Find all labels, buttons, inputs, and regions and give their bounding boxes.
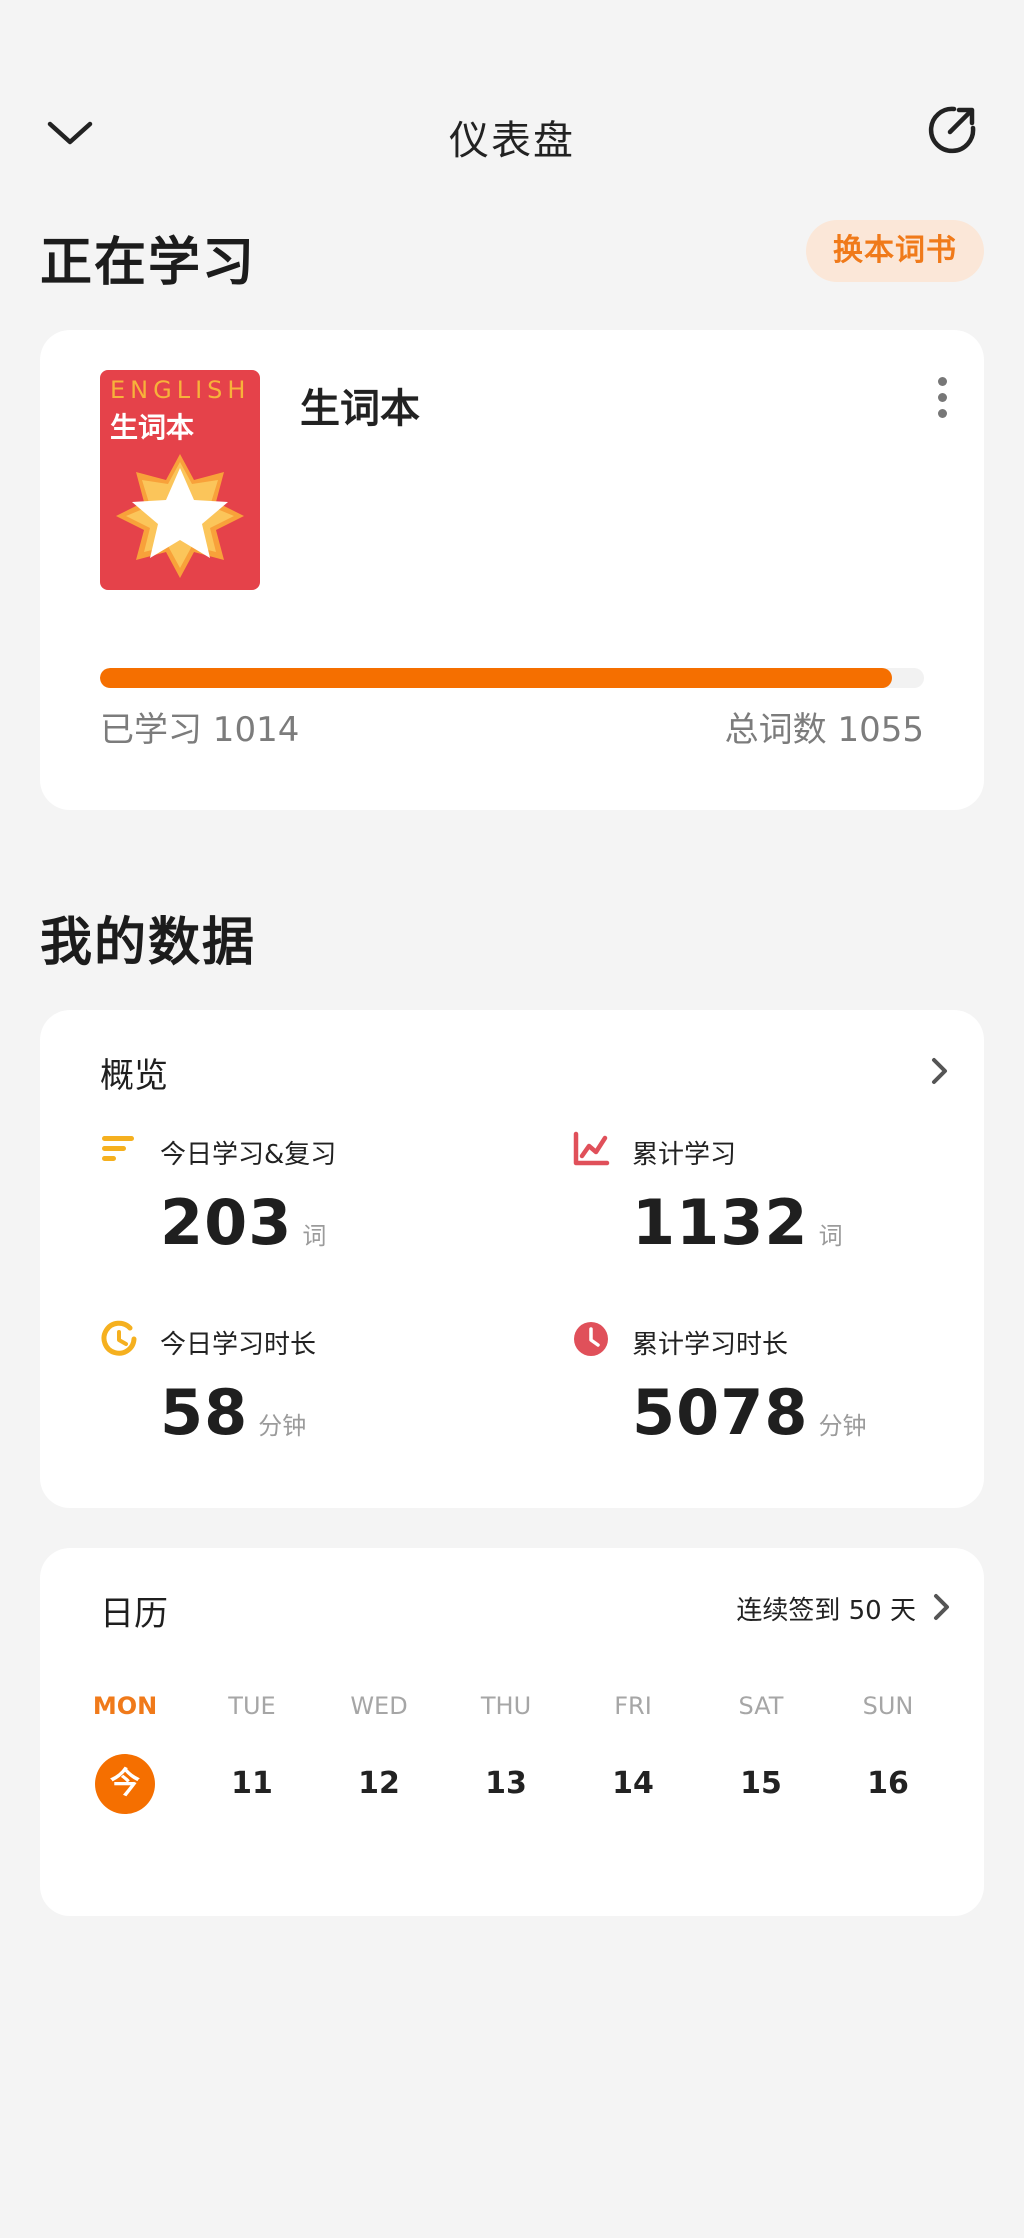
stat-label: 累计学习时长: [632, 1330, 789, 1360]
share-external-icon[interactable]: [924, 102, 980, 158]
chevron-right-icon[interactable]: [926, 1592, 956, 1622]
stat-unit: 词: [818, 1222, 843, 1250]
overview-title: 概览: [100, 1056, 168, 1096]
chevron-right-icon[interactable]: [924, 1056, 954, 1086]
book-cover[interactable]: ENGLISH 生词本: [100, 370, 260, 590]
data-section-title: 我的数据: [40, 913, 257, 973]
total-count: 总词数 1055: [724, 710, 924, 750]
stat-today-duration: 今日学习时长 58 分钟: [100, 1320, 500, 1500]
day-name: TUE: [228, 1692, 276, 1720]
stat-today-learn: 今日学习&复习 203 词: [100, 1130, 500, 1310]
book-card[interactable]: ENGLISH 生词本 生词本 已学习 1014 总词数 1055: [40, 330, 984, 810]
calendar-card[interactable]: 日历 连续签到 50 天 MON 今 TUE 11 WED 12 THU 13 …: [40, 1548, 984, 1916]
day-number: 12: [358, 1766, 400, 1801]
learning-progress-bar: [100, 668, 924, 688]
stat-total-learn: 累计学习 1132 词: [572, 1130, 972, 1310]
day-name: THU: [480, 1692, 532, 1720]
calendar-day[interactable]: MON 今: [80, 1692, 170, 1814]
learned-count: 已学习 1014: [100, 710, 300, 750]
stat-label: 今日学习时长: [160, 1330, 317, 1360]
partial-clock-icon: [101, 1320, 137, 1356]
calendar-day[interactable]: SAT 15: [716, 1692, 806, 1814]
cover-english-text: ENGLISH: [110, 376, 251, 404]
calendar-day[interactable]: SUN 16: [843, 1692, 933, 1814]
calendar-title: 日历: [100, 1594, 168, 1634]
day-name: FRI: [614, 1692, 652, 1720]
learning-section-title: 正在学习: [40, 233, 257, 293]
day-name: SAT: [738, 1692, 784, 1720]
stat-unit: 分钟: [258, 1412, 307, 1440]
day-number: 11: [231, 1766, 273, 1801]
day-number: 13: [485, 1766, 527, 1801]
switch-book-button[interactable]: 换本词书: [806, 220, 984, 282]
overview-card[interactable]: 概览 今日学习&复习 203词 累计学习 1132词 今日学习时长 58分: [40, 1010, 984, 1508]
calendar-day[interactable]: WED 12: [334, 1692, 424, 1814]
list-lines-icon: [102, 1136, 134, 1161]
stat-unit: 词: [302, 1222, 327, 1250]
stat-value: 203: [160, 1186, 293, 1259]
stat-value: 1132: [632, 1186, 809, 1259]
stat-value: 58: [160, 1376, 249, 1449]
calendar-day[interactable]: TUE 11: [207, 1692, 297, 1814]
cover-title-text: 生词本: [110, 411, 195, 444]
day-name: WED: [350, 1692, 408, 1720]
day-number: 14: [612, 1766, 654, 1801]
calendar-day[interactable]: THU 13: [461, 1692, 551, 1814]
checkin-streak[interactable]: 连续签到 50 天: [736, 1590, 916, 1627]
stat-total-duration: 累计学习时长 5078 分钟: [572, 1320, 972, 1500]
stat-value: 5078: [632, 1376, 809, 1449]
trend-chart-icon: [573, 1131, 610, 1166]
top-bar: 仪表盘: [0, 90, 1024, 170]
day-name: MON: [92, 1692, 158, 1720]
learning-progress-fill: [100, 668, 892, 688]
star-icon: [116, 454, 244, 578]
stat-label: 累计学习: [632, 1140, 737, 1170]
stat-label: 今日学习&复习: [160, 1140, 337, 1170]
stat-unit: 分钟: [818, 1412, 867, 1440]
day-number-today: 今: [95, 1754, 155, 1814]
day-number: 15: [740, 1766, 782, 1801]
book-name: 生词本: [300, 386, 420, 432]
clock-icon: [574, 1322, 608, 1356]
calendar-day[interactable]: FRI 14: [588, 1692, 678, 1814]
day-number: 16: [867, 1766, 909, 1801]
day-name: SUN: [862, 1692, 914, 1720]
page-title: 仪表盘: [449, 118, 575, 164]
more-vertical-icon[interactable]: [930, 374, 954, 426]
